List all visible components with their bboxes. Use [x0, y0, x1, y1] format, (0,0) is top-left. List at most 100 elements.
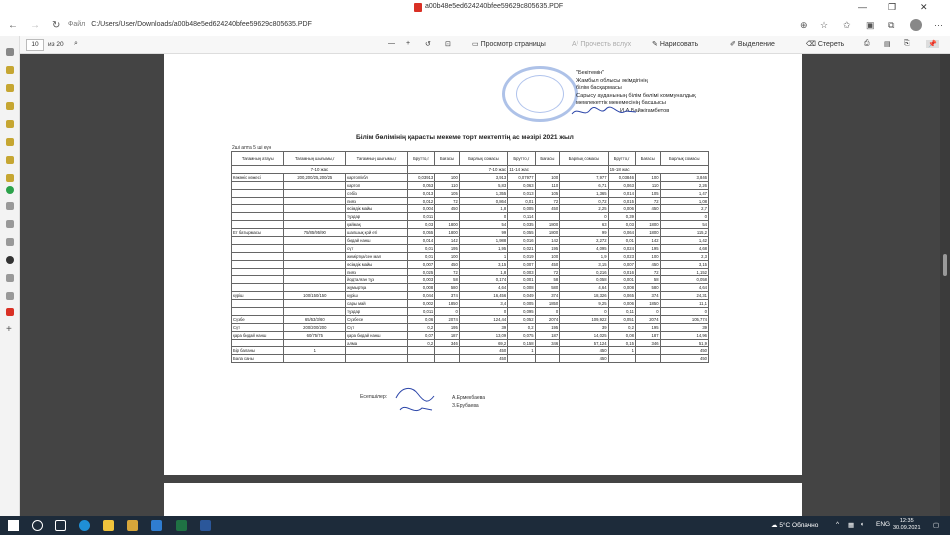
- sidebar-tabs-icon[interactable]: [6, 48, 14, 56]
- pin-icon[interactable]: 📌: [926, 40, 939, 48]
- sidebar-green-icon[interactable]: [6, 186, 14, 194]
- sidebar-app-icon[interactable]: [6, 120, 14, 128]
- sidebar-app-icon[interactable]: [6, 138, 14, 146]
- weather-icon[interactable]: ☁ 5°C Облачно: [771, 521, 818, 529]
- column-header: Бағасы: [534, 151, 561, 166]
- scrollbar-thumb[interactable]: [943, 254, 947, 276]
- sidebar-doc-icon[interactable]: [6, 220, 14, 228]
- table-cell: 0,008: [406, 283, 436, 293]
- table-cell: 0: [534, 307, 561, 316]
- notifications-icon[interactable]: ▢: [933, 521, 939, 529]
- column-header: Барлық сомасы: [458, 151, 509, 166]
- clock[interactable]: 12:35 30.09.2021: [893, 518, 921, 532]
- table-cell: [283, 283, 347, 293]
- sidebar-pdf-icon[interactable]: [6, 308, 14, 316]
- table-cell: 0,01: [406, 251, 436, 261]
- table-cell: [283, 307, 347, 316]
- word-icon[interactable]: [200, 520, 211, 531]
- erase-button[interactable]: ⌫ Стереть: [806, 40, 844, 48]
- highlight-button[interactable]: ✐ Выделение: [730, 40, 775, 48]
- page-view-button[interactable]: ▭ Просмотр страницы: [472, 40, 546, 48]
- forward-icon[interactable]: →: [30, 20, 40, 31]
- task-view-icon[interactable]: [55, 520, 66, 531]
- sidebar-app-icon[interactable]: [6, 156, 14, 164]
- extensions-icon[interactable]: ⧉: [888, 20, 894, 31]
- table-cell: 0,075: [507, 330, 536, 340]
- table-cell: [283, 338, 347, 348]
- mail-icon[interactable]: [151, 520, 162, 531]
- pdf-toolbar: ☰ 10 из 20 ⌕ — + ↺ ⊡ ▭ Просмотр страницы…: [0, 36, 950, 54]
- table-cell: 0,001: [507, 275, 536, 285]
- sidebar-app-icon[interactable]: [6, 66, 14, 74]
- table-cell: 0: [559, 307, 609, 316]
- table-row: Сүт 200/200/200 Сүт 0,2 195 39 0,2 195 39 0,2 195 3…: [230, 322, 710, 332]
- sidebar-doc-icon[interactable]: [6, 274, 14, 282]
- zoom-in-icon[interactable]: +: [406, 40, 410, 47]
- minimize-icon[interactable]: —: [858, 2, 867, 12]
- table-cell: [230, 204, 285, 214]
- maximize-icon[interactable]: ❐: [888, 2, 896, 13]
- table-cell: 450: [458, 354, 509, 364]
- save-icon[interactable]: ▤: [884, 40, 891, 48]
- draw-button[interactable]: ✎ Нарисовать: [652, 40, 698, 48]
- table-cell: алма: [345, 338, 408, 348]
- sidebar-doc-icon[interactable]: [6, 238, 14, 246]
- sidebar-add-icon[interactable]: +: [6, 325, 14, 335]
- table-cell: 0,013: [507, 188, 536, 198]
- reload-icon[interactable]: ↻: [52, 20, 60, 31]
- rotate-icon[interactable]: ↺: [425, 40, 431, 48]
- save-as-icon[interactable]: ⎘: [904, 40, 910, 48]
- windows-start-icon[interactable]: [8, 520, 19, 531]
- table-cell: [634, 212, 661, 222]
- search-icon[interactable]: [32, 520, 43, 531]
- excel-icon[interactable]: [176, 520, 187, 531]
- favorites-icon[interactable]: ✩: [843, 20, 851, 31]
- table-cell: 2074: [434, 314, 460, 324]
- edge-icon[interactable]: [79, 520, 90, 531]
- language-indicator[interactable]: ENG: [876, 521, 890, 528]
- network-icon[interactable]: ▦: [848, 521, 854, 529]
- table-row: өсімдік майы 0,004 450 1,8 0,005 450 2,25 0,006…: [230, 204, 710, 214]
- table-cell: 0,216: [559, 267, 609, 277]
- column-header: Бағасы: [434, 151, 460, 166]
- sidebar-app-icon[interactable]: [6, 174, 14, 182]
- scrollbar[interactable]: [940, 54, 950, 516]
- table-cell: 195: [634, 322, 661, 332]
- read-aloud-button[interactable]: A⁾ Прочесть вслух: [572, 40, 631, 48]
- window-title: a00b48e5ed624240bfee59629c805635.PDF: [425, 3, 564, 10]
- clock-time: 12:35: [899, 518, 914, 524]
- file-explorer-icon[interactable]: [103, 520, 114, 531]
- table-cell: 0,11: [607, 307, 636, 316]
- table-cell: 0,07: [406, 330, 436, 340]
- zoom-out-icon[interactable]: —: [388, 40, 395, 47]
- folder-icon[interactable]: [127, 520, 138, 531]
- table-cell: [634, 346, 661, 356]
- tray-expand-icon[interactable]: ^: [836, 521, 839, 528]
- page-number-input[interactable]: 10: [26, 39, 44, 51]
- favorite-star-icon[interactable]: ☆: [820, 20, 828, 31]
- print-icon[interactable]: ⎙: [864, 40, 870, 48]
- table-row: йодталған тұз 0,003 58 0,174 0,001 58 0,058 0,0…: [230, 275, 710, 285]
- url-field[interactable]: Файл C:/Users/User/Downloads/a00b48e5ed62…: [68, 21, 312, 28]
- fit-page-icon[interactable]: ⊡: [445, 40, 451, 48]
- profile-avatar[interactable]: [910, 19, 922, 31]
- volume-icon[interactable]: ◖: [860, 521, 864, 528]
- sidebar-app-icon[interactable]: [6, 102, 14, 110]
- table-cell: [406, 346, 436, 356]
- sidebar-circle-icon[interactable]: [6, 256, 14, 264]
- approval-line: Жамбыл облысы әкімдігінің: [576, 77, 648, 84]
- zoom-icon[interactable]: ⊕: [800, 20, 808, 31]
- table-cell: 3,15: [559, 259, 609, 269]
- table-cell: 100: [634, 172, 661, 182]
- table-cell: 0,006: [607, 299, 636, 309]
- close-icon[interactable]: ✕: [920, 2, 928, 13]
- table-cell: [230, 259, 285, 269]
- sidebar-doc-icon[interactable]: [6, 292, 14, 300]
- sidebar-doc-icon[interactable]: [6, 202, 14, 210]
- collections-icon[interactable]: ▣: [866, 20, 875, 31]
- more-icon[interactable]: ⋯: [934, 20, 943, 31]
- sidebar-app-icon[interactable]: [6, 84, 14, 92]
- back-icon[interactable]: ←: [8, 20, 18, 31]
- table-cell: 195: [534, 243, 561, 253]
- search-icon[interactable]: ⌕: [74, 40, 78, 48]
